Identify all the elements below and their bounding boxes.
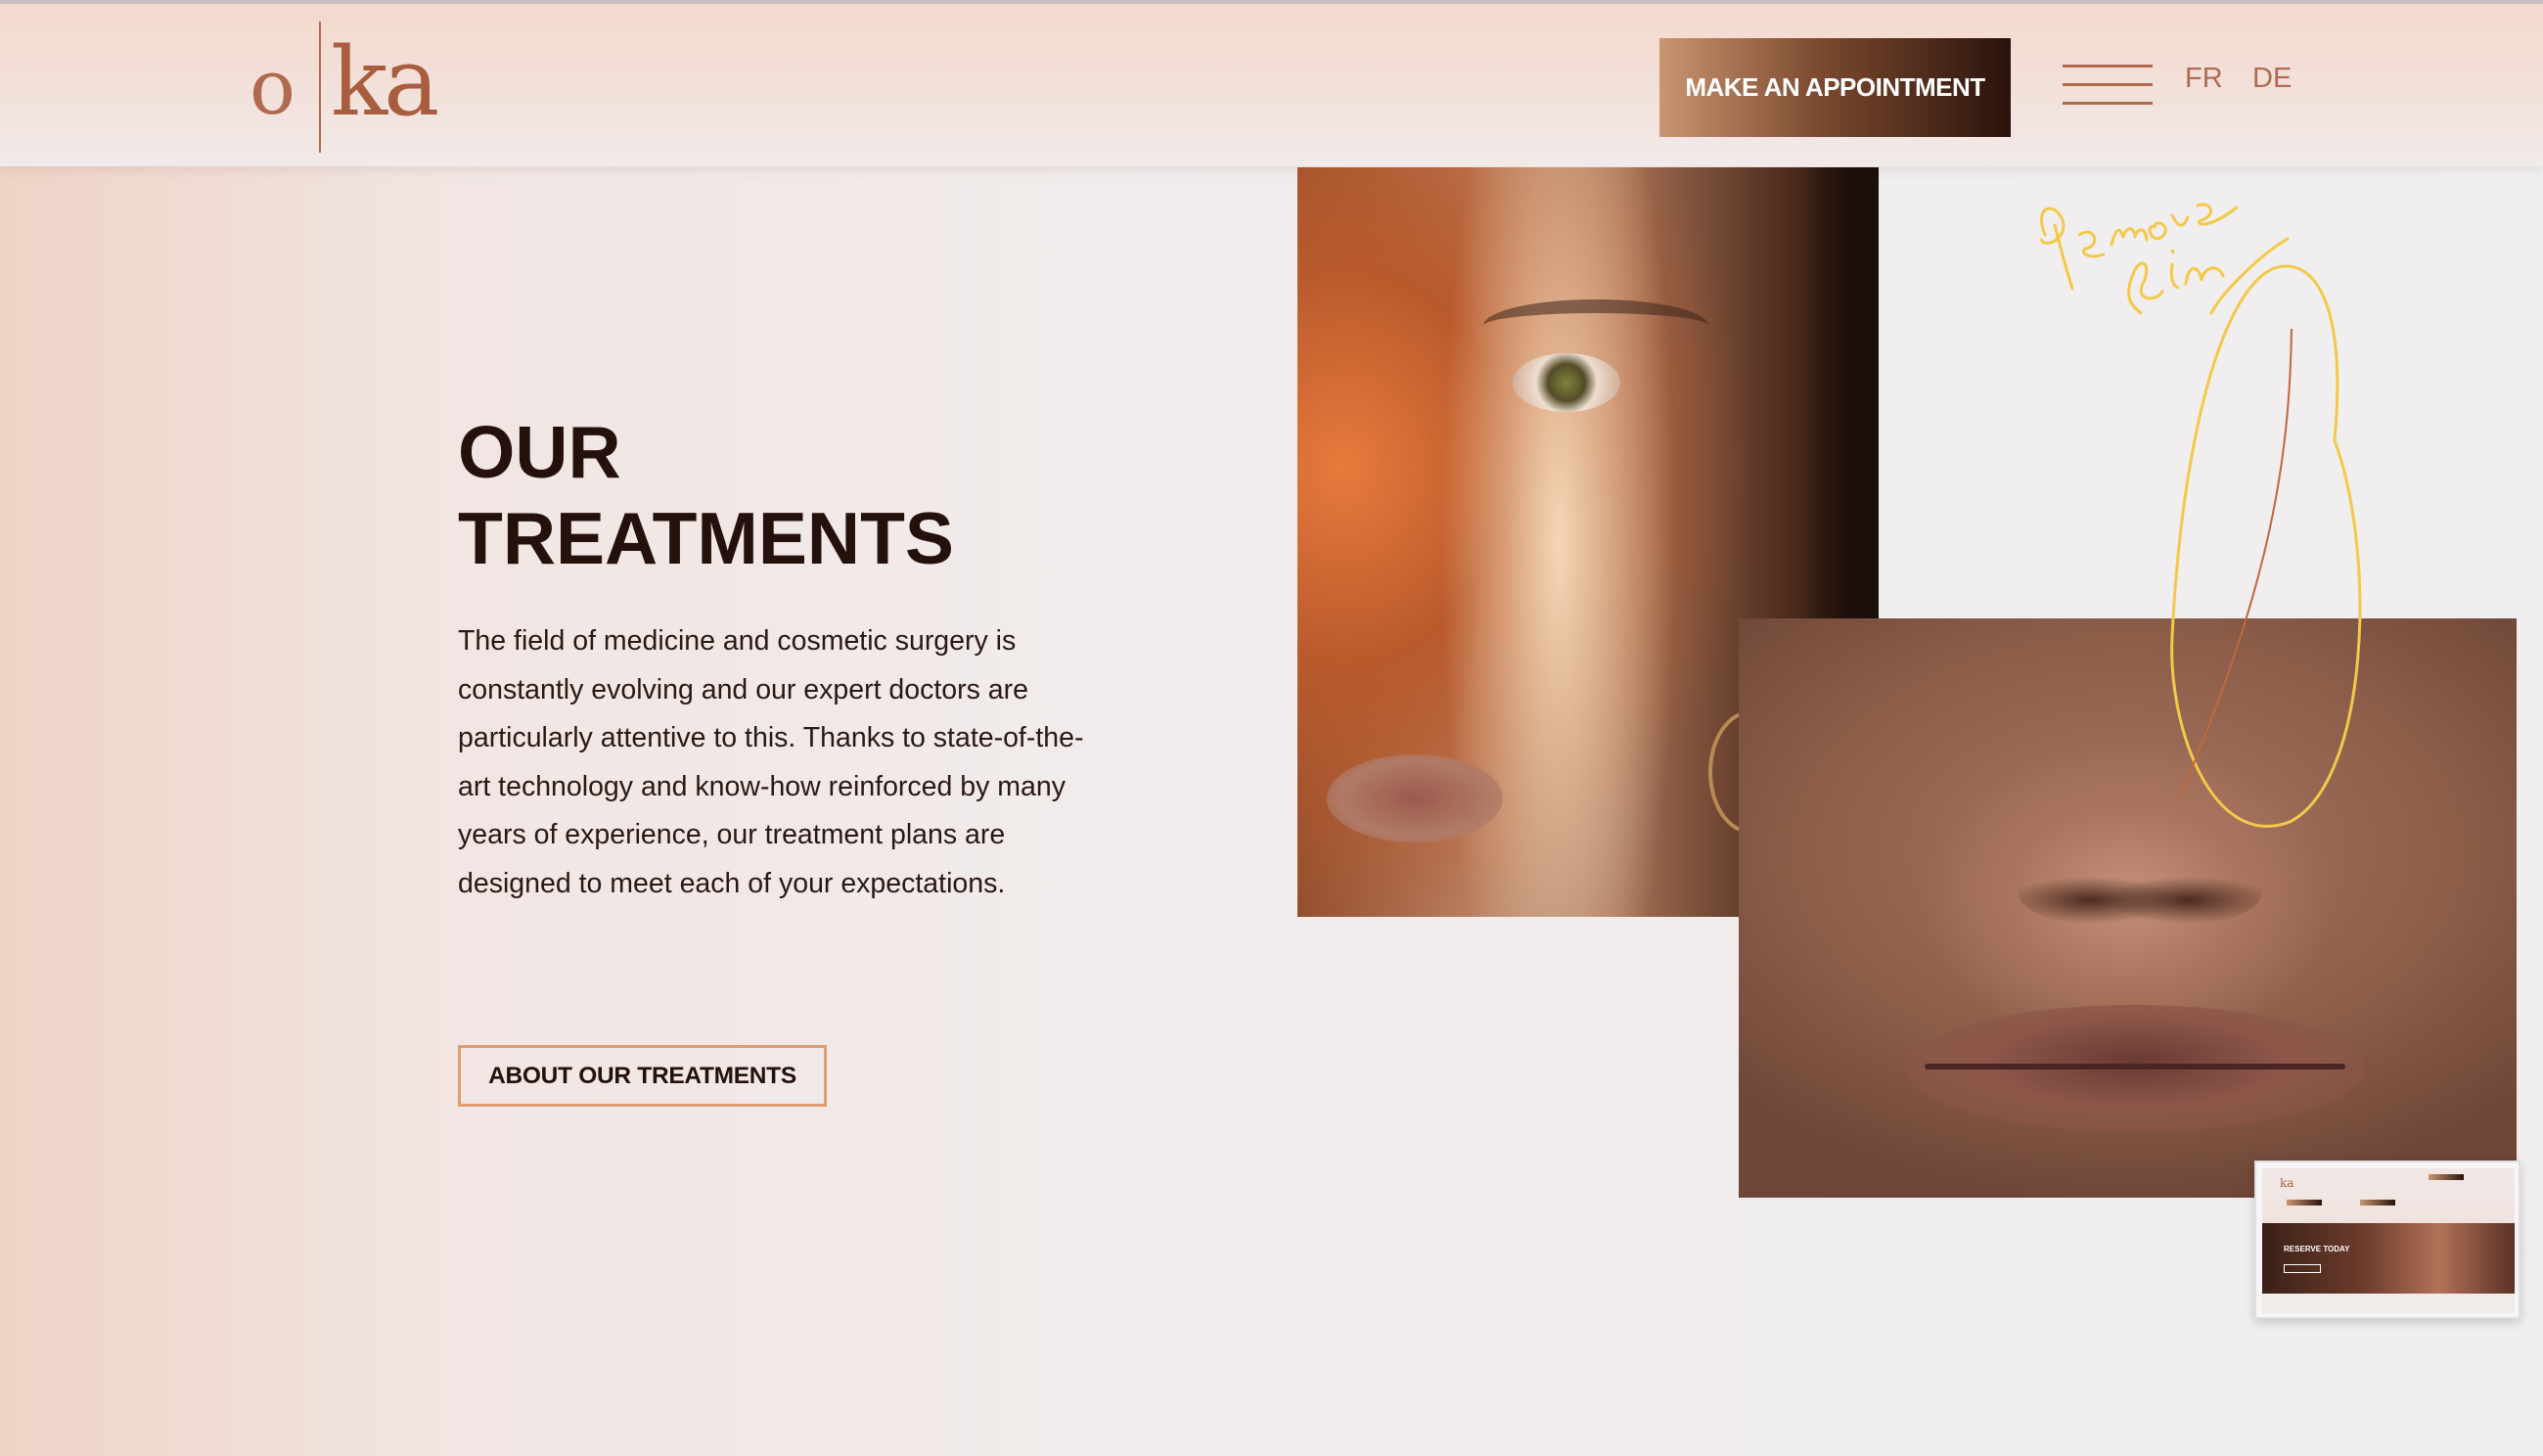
logo-letters-ka: ka [331, 27, 439, 137]
line-to-remove [2179, 328, 2293, 797]
logo-divider [319, 22, 321, 153]
make-appointment-button[interactable]: MAKE AN APPOINTMENT [1659, 38, 2011, 137]
thumbnail-hero-image [2262, 1223, 2515, 1294]
logo-letter-o: o [250, 44, 295, 132]
menu-line [2063, 65, 2153, 68]
handwritten-annotation [2039, 203, 2362, 828]
remove-line-scribble [2039, 203, 2362, 828]
title-line-2: TREATMENTS [458, 497, 954, 579]
hamburger-menu-icon[interactable] [2063, 65, 2153, 108]
photo-eyebrow [1483, 299, 1708, 352]
thumbnail-hero-button [2284, 1264, 2321, 1273]
thumbnail-header: ka [2262, 1168, 2515, 1223]
thumbnail-footer [2262, 1294, 2515, 1313]
photo-mouth-line [1925, 1064, 2345, 1069]
thumbnail-cta [2429, 1174, 2464, 1180]
menu-line [2063, 83, 2153, 86]
site-header: o ka MAKE AN APPOINTMENT FR DE [0, 4, 2543, 166]
page-preview-thumbnail[interactable]: ka RESERVE TODAY [2254, 1160, 2520, 1319]
menu-line [2063, 102, 2153, 105]
thumbnail-button-2 [2360, 1200, 2395, 1206]
thumbnail-reserve-label: RESERVE TODAY [2284, 1245, 2350, 1253]
photo-eye [1513, 353, 1620, 412]
language-fr-link[interactable]: FR [2185, 63, 2223, 95]
about-treatments-button[interactable]: ABOUT OUR TREATMENTS [458, 1045, 827, 1107]
treatments-description: The field of medicine and cosmetic surge… [458, 625, 1084, 899]
oka-logo[interactable]: o ka [247, 22, 439, 154]
photo-nostrils [2018, 853, 2262, 932]
photo-lips [1327, 754, 1503, 842]
language-de-link[interactable]: DE [2252, 63, 2292, 95]
thumbnail-logo: ka [2280, 1176, 2294, 1190]
thumbnail-button-1 [2287, 1200, 2322, 1206]
title-line-1: OUR [458, 411, 621, 493]
page-title: OUR TREATMENTS [458, 409, 954, 581]
